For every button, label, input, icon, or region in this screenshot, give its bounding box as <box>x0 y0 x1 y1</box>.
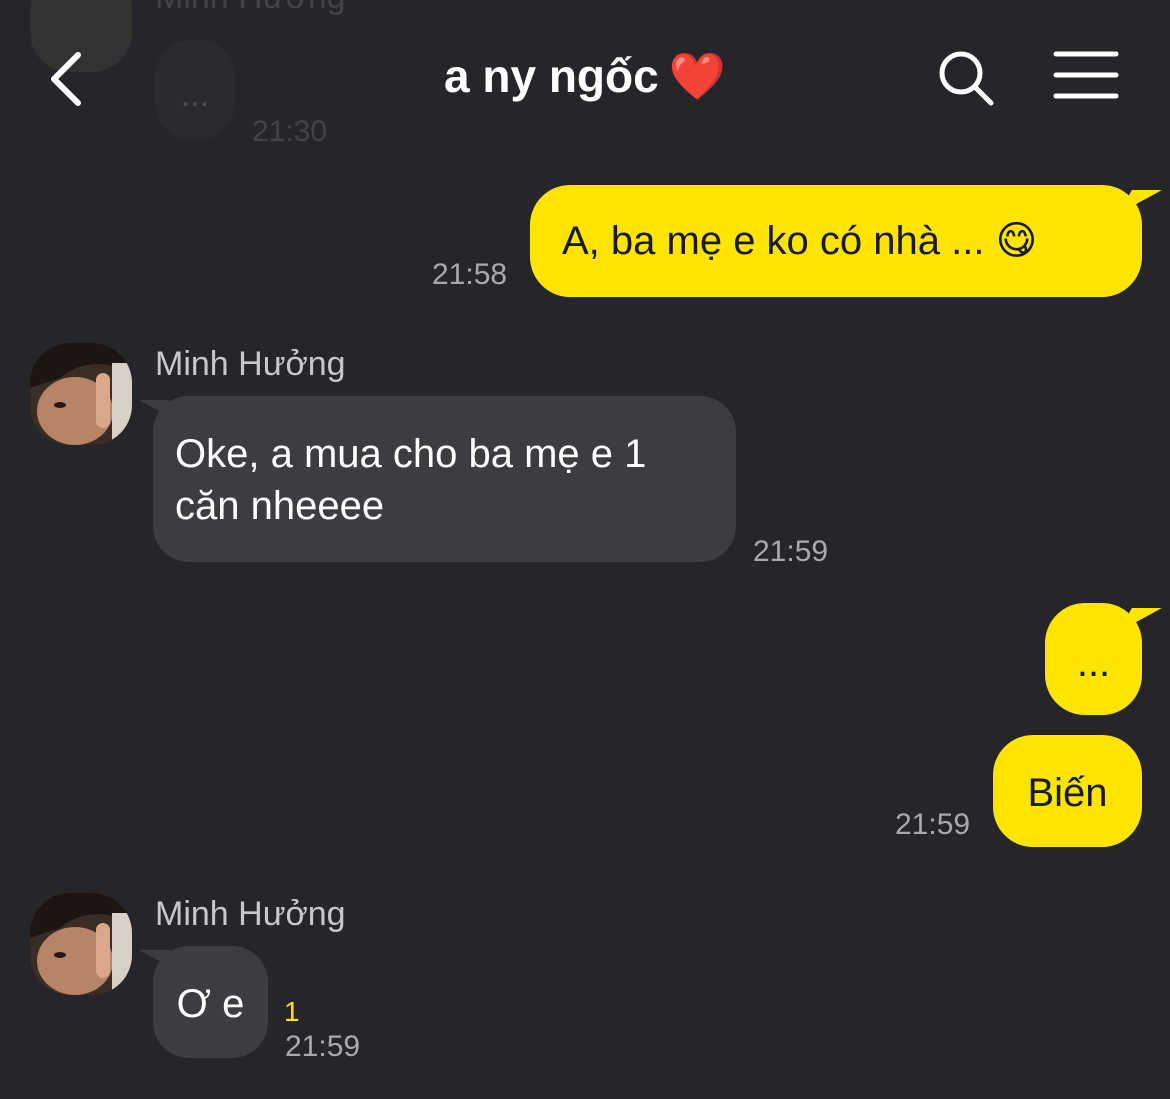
avatar-photo <box>30 343 132 445</box>
message-time: 21:59 <box>753 535 829 568</box>
message-time: 21:58 <box>432 258 508 291</box>
menu-button[interactable] <box>1052 48 1120 104</box>
message-bubble[interactable]: A, ba mẹ e ko có nhà ... 😋 <box>530 185 1142 297</box>
message-time: 21:59 <box>285 1030 361 1063</box>
avatar-photo <box>30 893 132 995</box>
message-time: 21:59 <box>895 808 971 841</box>
sender-name: Minh Hưởng <box>155 895 346 933</box>
unread-count: 1 <box>284 996 300 1027</box>
chat-title-text: a ny ngốc <box>444 50 659 102</box>
search-button[interactable] <box>936 48 996 108</box>
message-bubble[interactable]: Ơ e <box>153 946 268 1058</box>
sender-name: Minh Hưởng <box>155 345 346 383</box>
message-text-line: căn nheeee <box>175 484 385 528</box>
avatar[interactable] <box>30 893 132 995</box>
chat-header: a ny ngốc ❤️ <box>0 0 1170 150</box>
heart-icon: ❤️ <box>668 50 726 102</box>
search-icon <box>939 51 994 106</box>
message-text-line: Oke, a mua cho ba mẹ e 1 <box>175 432 647 476</box>
message-bubble[interactable]: Biến <box>993 735 1142 847</box>
menu-icon <box>1053 51 1119 99</box>
message-bubble[interactable]: Oke, a mua cho ba mẹ e 1 căn nheeee <box>153 396 736 562</box>
avatar[interactable] <box>30 343 132 445</box>
